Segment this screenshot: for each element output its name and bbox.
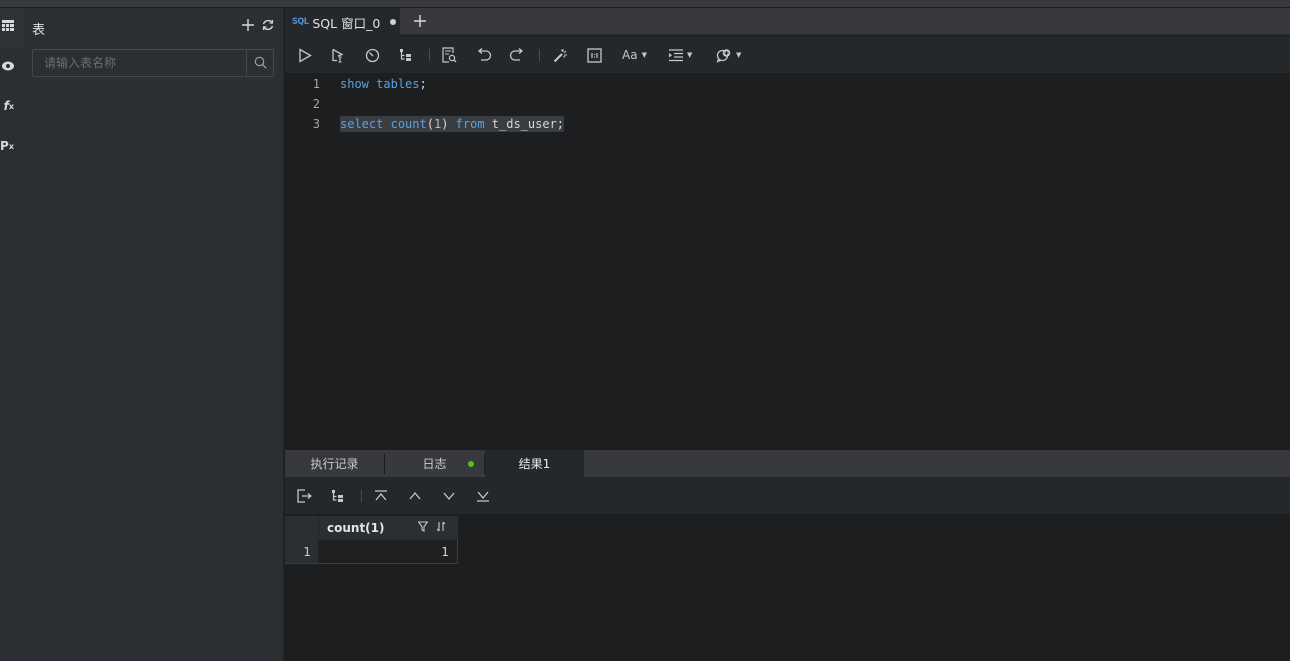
refresh-icon[interactable] (261, 18, 275, 32)
editor-line[interactable]: 3 select count(1) from t_ds_user; (285, 114, 1290, 134)
line-number: 2 (312, 97, 320, 111)
toolbar-separator (361, 490, 362, 502)
font-size-label: Aa (622, 48, 638, 62)
view-icon[interactable] (0, 58, 14, 74)
indent-dropdown[interactable]: ▼ (668, 46, 692, 64)
sql-text: ) (441, 117, 456, 131)
window-top-strip (0, 0, 1290, 8)
filter-icon[interactable] (417, 521, 429, 535)
format-check-icon[interactable] (442, 46, 457, 64)
beautify-wand-icon[interactable] (553, 46, 568, 64)
caret-down-icon: ▼ (641, 51, 647, 59)
plus-icon (414, 12, 426, 31)
editor-line[interactable]: 2 (285, 94, 1290, 114)
bottom-tab-bar: 执行记录 日志 结果1 (285, 450, 1290, 477)
sort-icon[interactable] (436, 521, 446, 535)
sql-keyword: tables (376, 77, 420, 91)
history-icon[interactable] (365, 46, 380, 64)
add-snippet-icon (716, 48, 731, 62)
run-icon[interactable] (298, 46, 312, 64)
explain-tree-icon[interactable] (399, 46, 413, 64)
table-sidebar: 表 (24, 8, 284, 661)
snippets-dropdown[interactable]: ▼ (716, 46, 741, 64)
caret-down-icon: ▼ (736, 51, 742, 59)
next-row-icon[interactable] (442, 487, 456, 505)
column-header-count[interactable]: count(1) (319, 516, 458, 540)
unsaved-dot-icon (390, 19, 397, 25)
object-type-rail: fx Px (0, 8, 24, 661)
add-table-icon[interactable] (241, 18, 255, 32)
tab-sql-window-0[interactable]: SQL SQL 窗口_0 (285, 8, 400, 36)
tab-label: SQL 窗口_0 (312, 15, 381, 31)
bottom-panel: 执行记录 日志 结果1 count(1) 1 1 (285, 450, 1290, 661)
line-number: 1 (312, 77, 320, 91)
editor-tab-bar: SQL SQL 窗口_0 (285, 8, 1290, 36)
table-icon[interactable] (0, 18, 14, 34)
editor-toolbar: Aa ▼ ▼ ▼ (285, 36, 1290, 73)
font-size-dropdown[interactable]: Aa ▼ (622, 46, 647, 64)
sql-text: t_ds_user; (484, 117, 565, 131)
row-number: 1 (285, 540, 319, 564)
toolbar-separator (429, 49, 430, 61)
sidebar-title: 表 (32, 23, 46, 38)
tab-result-1[interactable]: 结果1 (485, 450, 584, 477)
search-button[interactable] (246, 50, 273, 76)
grid-corner (285, 516, 319, 540)
last-row-icon[interactable] (476, 487, 490, 505)
sql-keyword: show (340, 77, 369, 91)
code-text: select count(1) from t_ds_user; (340, 116, 565, 132)
code-text: show tables; (340, 77, 427, 91)
sql-keyword: count (390, 117, 427, 131)
tab-label: 结果1 (518, 457, 551, 471)
line-number: 3 (312, 117, 320, 131)
table-search-input[interactable] (33, 50, 246, 76)
procedure-icon[interactable]: Px (0, 138, 14, 154)
sql-editor[interactable]: 1 show tables; 2 3 select count(1) from t_ds… (285, 73, 1290, 450)
search-icon (254, 54, 267, 73)
sql-keyword: select (340, 117, 384, 131)
caret-down-icon: ▼ (687, 51, 693, 59)
editor-line[interactable]: 1 show tables; (285, 74, 1290, 94)
redo-icon[interactable] (509, 46, 525, 64)
tree-view-icon[interactable] (331, 487, 345, 505)
first-row-icon[interactable] (374, 487, 388, 505)
export-icon[interactable] (297, 487, 312, 505)
previous-row-icon[interactable] (408, 487, 422, 505)
sql-icon: SQL (292, 17, 309, 27)
column-header-label: count(1) (327, 521, 385, 535)
table-search (32, 49, 274, 77)
log-status-dot (468, 461, 474, 467)
sidebar-actions (241, 18, 275, 32)
result-toolbar (285, 477, 1290, 515)
run-selected-icon[interactable] (331, 46, 345, 64)
indent-icon (669, 48, 683, 61)
tab-label: 执行记录 (310, 457, 359, 471)
sql-text: ; (419, 77, 427, 91)
sql-block-icon[interactable] (587, 46, 602, 64)
function-icon[interactable]: fx (0, 98, 14, 114)
tab-execution-history[interactable]: 执行记录 (285, 450, 384, 477)
column-header-actions (417, 521, 446, 535)
main-area: SQL SQL 窗口_0 Aa ▼ ▼ ▼ 1 show tables; 2 3… (285, 8, 1290, 661)
result-cell[interactable]: 1 (319, 540, 458, 564)
new-tab-button[interactable] (412, 13, 428, 29)
tab-label: 日志 (422, 457, 447, 471)
sql-keyword: from (455, 117, 485, 131)
sql-text: ( (426, 117, 434, 131)
toolbar-separator (539, 49, 540, 61)
undo-icon[interactable] (476, 46, 492, 64)
